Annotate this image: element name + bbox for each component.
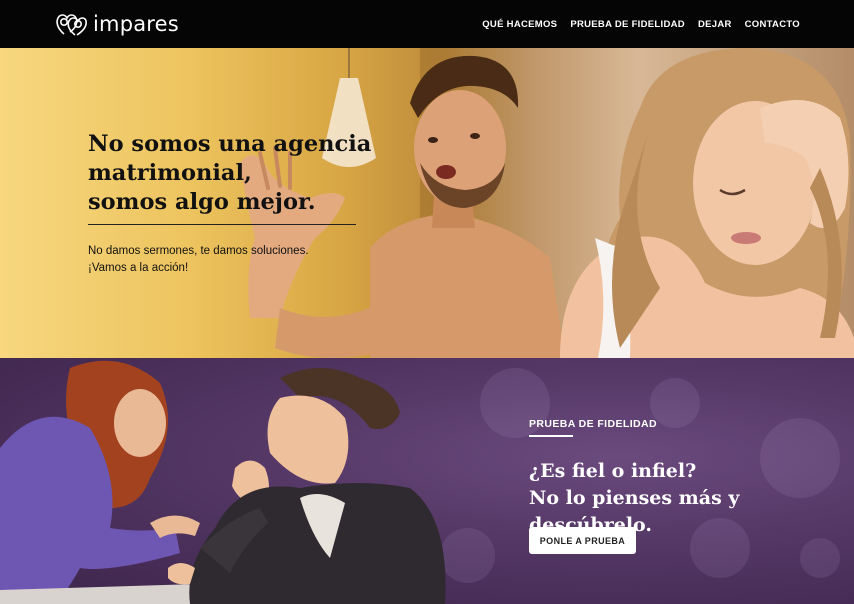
nav-item-dejar[interactable]: DEJAR xyxy=(698,19,732,30)
logo-text: impares xyxy=(93,12,179,36)
fidelity-section-label: PRUEBA DE FIDELIDAD xyxy=(529,418,657,430)
top-navigation-bar: impares QUÉ HACEMOS PRUEBA DE FIDELIDAD … xyxy=(0,0,854,48)
nav-item-prueba-de-fidelidad[interactable]: PRUEBA DE FIDELIDAD xyxy=(570,19,685,30)
fidelity-section: PRUEBA DE FIDELIDAD ¿Es fiel o infiel? N… xyxy=(0,358,854,604)
main-nav: QUÉ HACEMOS PRUEBA DE FIDELIDAD DEJAR CO… xyxy=(482,19,800,30)
ponle-a-prueba-button[interactable]: PONLE A PRUEBA xyxy=(529,527,636,554)
hero-woman-image xyxy=(560,48,854,358)
hero-subtitle: No damos sermones, te damos soluciones. … xyxy=(88,245,309,274)
bokeh-light xyxy=(800,538,840,578)
fidelity-label-underline xyxy=(529,435,573,437)
hero-divider xyxy=(88,224,356,225)
intertwined-hearts-icon xyxy=(56,14,87,36)
arguing-couple-image xyxy=(0,360,446,604)
bokeh-light xyxy=(650,378,700,428)
nav-item-contacto[interactable]: CONTACTO xyxy=(745,19,800,30)
nav-item-que-hacemos[interactable]: QUÉ HACEMOS xyxy=(482,19,557,30)
hero-title: No somos una agencia matrimonial, somos … xyxy=(88,131,372,215)
logo-link[interactable]: impares xyxy=(55,10,179,38)
hero-section: No somos una agencia matrimonial, somos … xyxy=(0,48,854,358)
